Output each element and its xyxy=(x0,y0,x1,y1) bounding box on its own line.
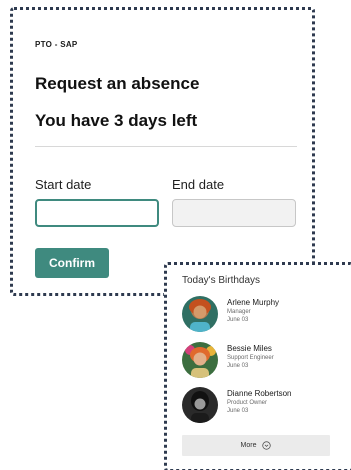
avatar xyxy=(182,342,218,378)
person-name: Dianne Robertson xyxy=(227,389,292,398)
more-button[interactable]: More xyxy=(182,435,330,456)
pto-card: PTO - SAP Request an absence You have 3 … xyxy=(10,7,315,296)
person-role: Manager xyxy=(227,309,251,315)
person-date: June 03 xyxy=(227,408,249,414)
person-role: Product Owner xyxy=(227,400,268,406)
divider xyxy=(35,146,297,147)
page-title: Request an absence xyxy=(35,74,200,93)
person-role: Support Engineer xyxy=(227,355,274,361)
birthday-list-item[interactable]: Dianne Robertson Product Owner June 03 xyxy=(182,387,342,425)
avatar xyxy=(182,296,218,332)
start-date-label: Start date xyxy=(35,177,92,192)
birthday-list-item[interactable]: Arlene Murphy Manager June 03 xyxy=(182,296,342,334)
start-date-input[interactable] xyxy=(35,199,159,227)
stage: PTO - SAP Request an absence You have 3 … xyxy=(0,0,351,470)
more-label: More xyxy=(240,442,257,449)
birthday-list-item[interactable]: Bessie Miles Support Engineer June 03 xyxy=(182,342,342,380)
chevron-down-circle-icon xyxy=(262,441,272,450)
person-date: June 03 xyxy=(227,317,249,323)
avatar xyxy=(182,387,218,423)
person-date: June 03 xyxy=(227,363,249,369)
birthdays-title: Today's Birthdays xyxy=(182,275,261,286)
confirm-button[interactable]: Confirm xyxy=(35,248,109,278)
person-name: Bessie Miles xyxy=(227,344,272,353)
person-name: Arlene Murphy xyxy=(227,298,280,307)
birthdays-card: Today's Birthdays Arlene Murphy Manager … xyxy=(164,262,351,470)
card-tag: PTO - SAP xyxy=(35,40,78,49)
end-date-input[interactable] xyxy=(172,199,296,227)
end-date-label: End date xyxy=(172,177,225,192)
days-left-text: You have 3 days left xyxy=(35,111,198,130)
